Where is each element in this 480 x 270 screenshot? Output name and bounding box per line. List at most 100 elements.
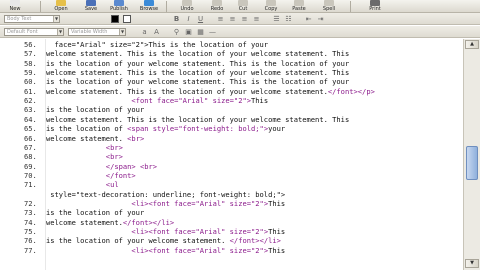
line-number: 73.: [24, 208, 37, 218]
code-line[interactable]: 59. welcome statement. This is the locati…: [0, 68, 463, 77]
line-text: is the location of your welcome statemen…: [46, 236, 281, 246]
publish-button[interactable]: Publish: [106, 0, 132, 12]
line-text: <font face="Arial" size="2">This: [131, 96, 269, 106]
code-line[interactable]: 56. face="Arial" size="2">This is the lo…: [0, 40, 463, 49]
line-number: 59.: [24, 68, 37, 78]
scroll-up-arrow-icon[interactable]: ▲: [465, 40, 479, 49]
line-number: 57.: [24, 49, 37, 59]
line-number: 58.: [24, 58, 37, 68]
toolbar-button-label: Open: [54, 6, 68, 12]
code-line[interactable]: 64. welcome statement. This is the locati…: [0, 115, 463, 124]
indent-icon[interactable]: ⇥: [316, 14, 325, 24]
code-line[interactable]: 57. welcome statement. This is the locati…: [0, 49, 463, 58]
font-family-combo[interactable]: Default Font ▼: [4, 28, 64, 36]
code-line[interactable]: style="text-decoration: underline; font-…: [0, 190, 463, 199]
toolbar-button-label: Undo: [180, 6, 194, 12]
vertical-scrollbar[interactable]: ▲ ▼: [463, 39, 480, 270]
outdent-icon[interactable]: ⇤: [304, 14, 313, 24]
code-line[interactable]: 76. is the location of your welcome state…: [0, 236, 463, 245]
scroll-down-arrow-icon[interactable]: ▼: [465, 259, 479, 268]
underline-button[interactable]: U: [196, 14, 205, 24]
toolbar-button-label: Copy: [264, 6, 278, 12]
redo-button[interactable]: Redo: [204, 0, 230, 12]
code-line[interactable]: 77. <li><font face="Arial" size="2">This: [0, 246, 463, 255]
code-line[interactable]: 67. <br>: [0, 143, 463, 152]
line-text: is the location of your welcome statemen…: [46, 58, 350, 68]
cut-button[interactable]: Cut: [230, 0, 256, 12]
code-line[interactable]: 68. <br>: [0, 152, 463, 161]
code-line[interactable]: 66. welcome statement. <br>: [0, 134, 463, 143]
print-button[interactable]: Print: [362, 0, 388, 12]
code-line[interactable]: 61. welcome statement. This is the locati…: [0, 87, 463, 96]
font-toolbar: Default Font ▼ Variable Width ▼ a A ⚲ ▣ …: [0, 26, 480, 38]
line-text: welcome statement. This is the location …: [46, 68, 350, 78]
line-text: face="Arial" size="2">This is the locati…: [46, 40, 269, 49]
code-line[interactable]: 75. <li><font face="Arial" size="2">This: [0, 227, 463, 236]
align-right-icon[interactable]: ≡: [240, 14, 249, 24]
font-family-value: Default Font: [7, 29, 38, 35]
italic-button[interactable]: I: [184, 14, 193, 24]
toolbar-separator: [40, 1, 41, 12]
browse-button[interactable]: Browse: [136, 0, 162, 12]
toolbar-separator: [166, 1, 167, 12]
code-line[interactable]: 72. <li><font face="Arial" size="2">This: [0, 199, 463, 208]
toolbar-button-label: Save: [84, 6, 98, 12]
code-line[interactable]: 71. <ul: [0, 180, 463, 189]
code-line[interactable]: 65. is the location of <span style="font-…: [0, 124, 463, 133]
save-button[interactable]: Save: [78, 0, 104, 12]
code-line[interactable]: 60. is the location of your welcome state…: [0, 77, 463, 86]
new-button[interactable]: New: [2, 0, 28, 12]
code-line[interactable]: 70. </font>: [0, 171, 463, 180]
code-line[interactable]: 63. is the location of your: [0, 105, 463, 114]
line-text: <li><font face="Arial" size="2">This: [131, 245, 286, 255]
text-color-swatch[interactable]: [111, 15, 119, 23]
increase-size-icon[interactable]: A: [152, 27, 161, 37]
code-line[interactable]: 69. </span> <br>: [0, 162, 463, 171]
line-text: welcome statement. <br>: [46, 133, 145, 143]
code-line[interactable]: 58. is the location of your welcome state…: [0, 59, 463, 68]
align-center-icon[interactable]: ≡: [228, 14, 237, 24]
background-color-swatch[interactable]: [123, 15, 131, 23]
toolbar-button-label: Publish: [110, 6, 128, 12]
line-text: is the location of <span style="font-wei…: [46, 124, 286, 134]
font-width-combo[interactable]: Variable Width ▼: [68, 28, 126, 36]
paste-button[interactable]: Paste: [286, 0, 312, 12]
code-line[interactable]: 73. is the location of your: [0, 208, 463, 217]
bullet-list-icon[interactable]: ☰: [272, 14, 281, 24]
align-left-icon[interactable]: ≡: [216, 14, 225, 24]
code-line[interactable]: 74. welcome statement.</font></li>: [0, 218, 463, 227]
link-icon[interactable]: ⚲: [172, 27, 181, 37]
line-text: welcome statement. This is the location …: [46, 86, 375, 96]
scroll-thumb[interactable]: [466, 145, 478, 180]
chevron-down-icon: ▼: [53, 16, 59, 22]
line-text: is the location of your: [46, 208, 145, 218]
spell-button[interactable]: Spell: [316, 0, 342, 12]
line-number: 75.: [24, 227, 37, 236]
format-toolbar: Body Text ▼ B I U ≡ ≡ ≡ ≡ ☰ ☷ ⇤ ⇥: [0, 13, 480, 25]
toolbar-separator: [350, 1, 351, 12]
line-number: 77.: [24, 245, 37, 255]
bold-button[interactable]: B: [172, 14, 181, 24]
line-text: </font>: [105, 170, 136, 180]
toolbar-button-label: Cut: [238, 6, 248, 12]
line-text: is the location of your welcome statemen…: [46, 77, 350, 87]
table-icon[interactable]: ▦: [196, 27, 205, 37]
copy-button[interactable]: Copy: [258, 0, 284, 12]
line-text: <br>: [105, 152, 123, 162]
line-number: 60.: [24, 77, 37, 87]
open-button[interactable]: Open: [48, 0, 74, 12]
line-number: 61.: [24, 86, 37, 96]
image-icon[interactable]: ▣: [184, 27, 193, 37]
line-text: <li><font face="Arial" size="2">This: [131, 227, 286, 236]
code-editor[interactable]: 56. face="Arial" size="2">This is the lo…: [0, 39, 463, 270]
main-toolbar: New Open Save Publish Browse Undo Redo Cut Copy P…: [0, 0, 480, 13]
align-justify-icon[interactable]: ≡: [252, 14, 261, 24]
code-line[interactable]: 62. <font face="Arial" size="2">This: [0, 96, 463, 105]
line-text: welcome statement. This is the location …: [46, 49, 350, 59]
numbered-list-icon[interactable]: ☷: [284, 14, 293, 24]
decrease-size-icon[interactable]: a: [140, 27, 149, 37]
line-text: welcome statement. This is the location …: [46, 114, 350, 124]
horizontal-rule-icon[interactable]: —: [208, 27, 217, 37]
undo-button[interactable]: Undo: [174, 0, 200, 12]
paragraph-style-combo[interactable]: Body Text ▼: [4, 15, 60, 23]
